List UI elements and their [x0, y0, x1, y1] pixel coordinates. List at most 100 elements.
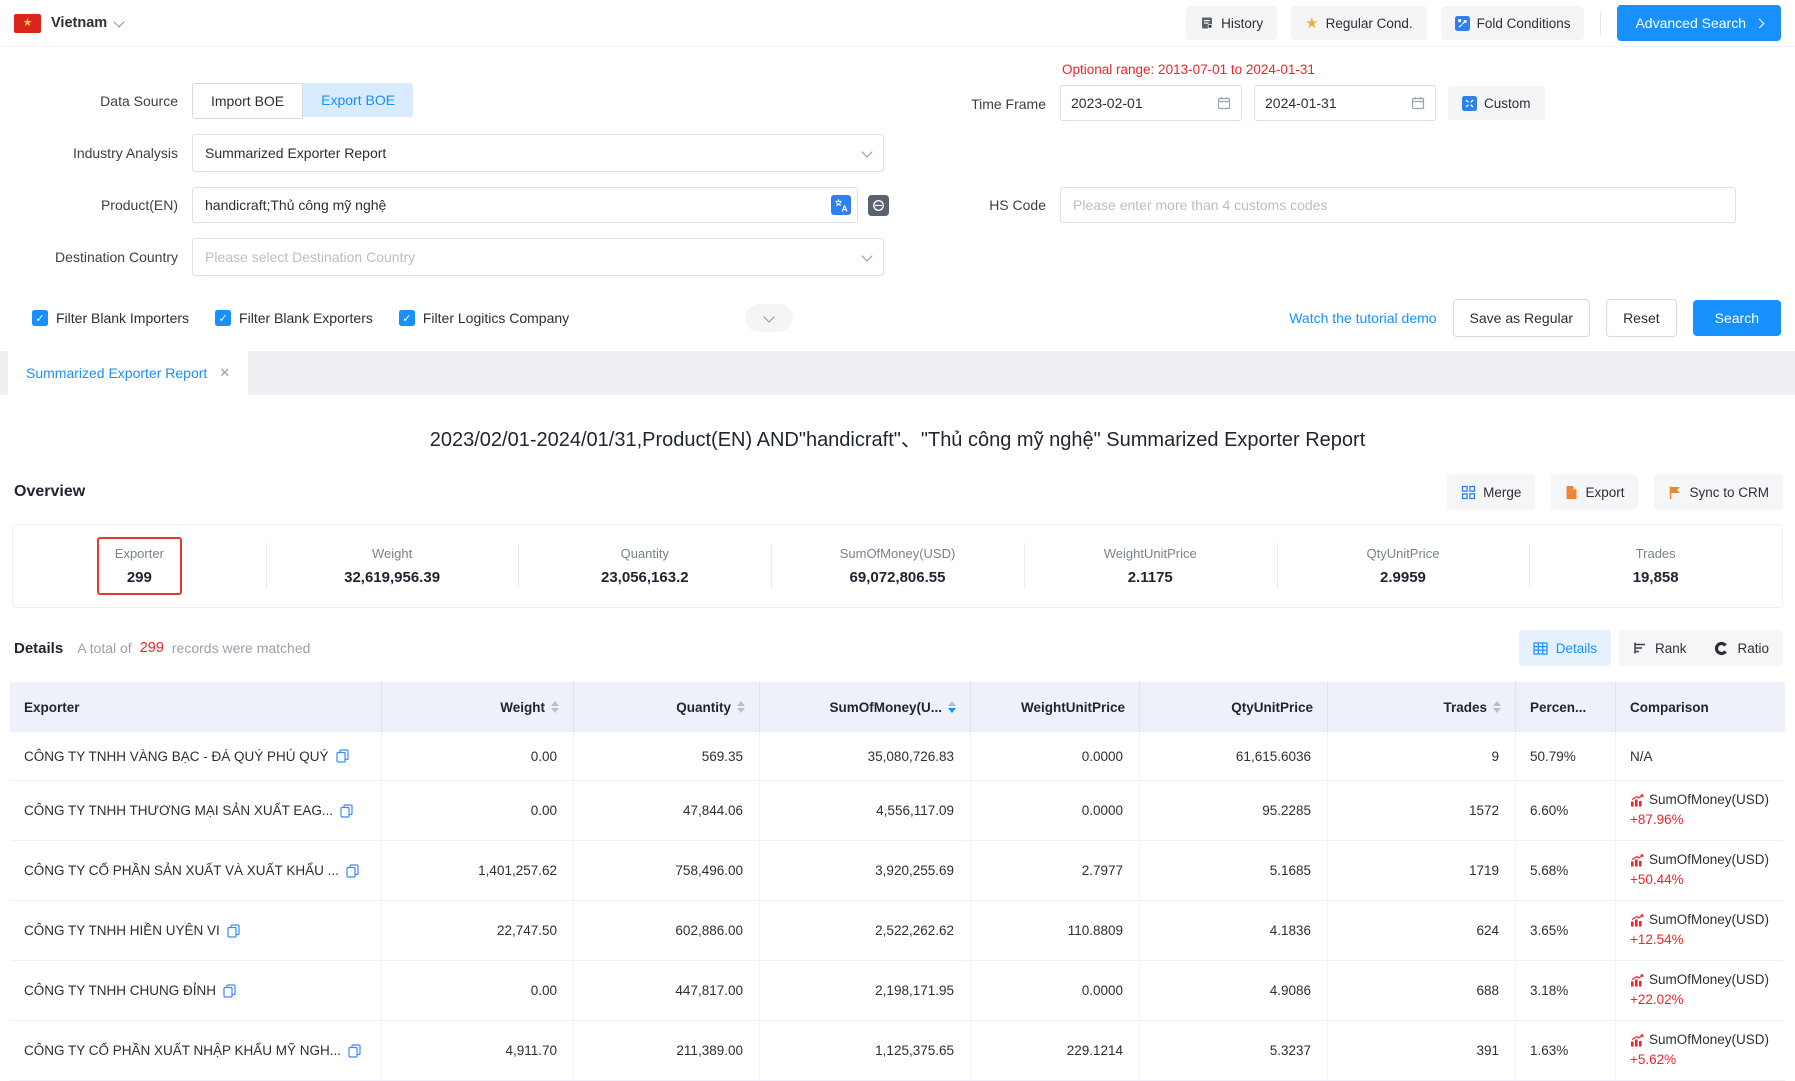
column-header-trades[interactable]: Trades [1328, 682, 1516, 732]
comparison-cell: N/A [1616, 732, 1785, 780]
column-header-qty-unit-price[interactable]: QtyUnitPrice [1140, 682, 1328, 732]
collapse-form-button[interactable] [745, 304, 793, 332]
exporter-name[interactable]: CÔNG TY TNHH CHUNG ĐỈNH [24, 983, 216, 998]
quantity-cell: 211,389.00 [574, 1021, 760, 1080]
column-header-comparison[interactable]: Comparison [1616, 682, 1785, 732]
filter-logistics-company-checkbox[interactable]: ✓ Filter Logitics Company [399, 310, 569, 326]
column-header-exporter[interactable]: Exporter [10, 682, 382, 732]
stat-value: 2.9959 [1380, 569, 1426, 586]
table-row[interactable]: CÔNG TY TNHH CHUNG ĐỈNH 0.00 447,817.00 … [10, 961, 1785, 1021]
column-header-sum-of-money[interactable]: SumOfMoney(U... [760, 682, 971, 732]
trend-up-icon [1630, 974, 1644, 987]
search-button[interactable]: Search [1693, 300, 1781, 336]
sort-icon-active-desc[interactable] [948, 701, 956, 714]
weight-cell: 22,747.50 [382, 901, 574, 960]
table-row[interactable]: CÔNG TY CỔ PHẦN SẢN XUẤT VÀ XUẤT KHẨU ..… [10, 841, 1785, 901]
view-ratio-button[interactable]: Ratio [1700, 630, 1783, 666]
industry-analysis-select[interactable]: Summarized Exporter Report [192, 134, 884, 172]
column-label: SumOfMoney(U... [829, 700, 942, 715]
table-row[interactable]: CÔNG TY CỔ PHẦN XUẤT NHẬP KHẨU MỸ NGH...… [10, 1021, 1785, 1081]
stat-sum-of-money: SumOfMoney(USD)69,072,806.55 [771, 525, 1024, 607]
history-icon [1200, 16, 1214, 30]
matched-count: 299 [140, 640, 164, 656]
sync-to-crm-button[interactable]: Sync to CRM [1654, 474, 1783, 510]
close-icon[interactable]: ✕ [219, 365, 230, 381]
date-from-input[interactable]: 2023-02-01 [1060, 85, 1242, 121]
merge-label: Merge [1483, 485, 1521, 500]
reset-button[interactable]: Reset [1606, 299, 1677, 337]
optional-range-text: Optional range: 2013-07-01 to 2024-01-31 [1062, 62, 1545, 77]
column-header-weight[interactable]: Weight [382, 682, 574, 732]
copy-icon[interactable] [348, 1044, 361, 1058]
tab-summarized-exporter-report[interactable]: Summarized Exporter Report ✕ [8, 351, 248, 395]
exclude-icon[interactable] [868, 195, 889, 216]
sort-icon[interactable] [551, 701, 559, 714]
exporter-name[interactable]: CÔNG TY TNHH VÀNG BẠC - ĐÁ QUÝ PHÚ QUÝ [24, 749, 329, 764]
view-details-button[interactable]: Details [1519, 630, 1611, 666]
advanced-search-button[interactable]: Advanced Search [1617, 5, 1781, 41]
view-rank-button[interactable]: Rank [1619, 630, 1701, 666]
copy-icon[interactable] [227, 924, 240, 938]
filter-blank-importers-checkbox[interactable]: ✓ Filter Blank Importers [32, 310, 189, 326]
trend-up-icon [1630, 794, 1644, 807]
export-boe-button[interactable]: Export BOE [303, 83, 413, 117]
overview-stats-card: Exporter 299 Weight32,619,956.39 Quantit… [12, 524, 1783, 608]
sort-icon[interactable] [1493, 701, 1501, 714]
chevron-down-icon[interactable] [113, 16, 124, 27]
merge-button[interactable]: Merge [1447, 474, 1535, 510]
percent-cell: 6.60% [1516, 781, 1616, 840]
trades-cell: 391 [1328, 1021, 1516, 1080]
fold-conditions-icon [1455, 16, 1470, 31]
country-selector-label[interactable]: Vietnam [51, 15, 107, 31]
stat-value: 32,619,956.39 [344, 569, 440, 586]
weight-cell: 0.00 [382, 781, 574, 840]
percent-cell: 3.18% [1516, 961, 1616, 1020]
matched-suffix: records were matched [172, 640, 311, 656]
column-label: Comparison [1630, 700, 1709, 715]
trades-cell: 1719 [1328, 841, 1516, 900]
destination-country-select[interactable]: Please select Destination Country [192, 238, 884, 276]
table-row[interactable]: CÔNG TY TNHH HIỀN UYÊN VI 22,747.50 602,… [10, 901, 1785, 961]
tutorial-demo-link[interactable]: Watch the tutorial demo [1289, 310, 1436, 326]
column-label: QtyUnitPrice [1231, 700, 1313, 715]
chevron-down-icon [861, 250, 872, 261]
checkbox-checked-icon[interactable]: ✓ [215, 310, 231, 326]
copy-icon[interactable] [336, 749, 349, 763]
column-header-quantity[interactable]: Quantity [574, 682, 760, 732]
column-header-weight-unit-price[interactable]: WeightUnitPrice [971, 682, 1140, 732]
import-boe-button[interactable]: Import BOE [192, 83, 303, 119]
hs-code-input[interactable] [1060, 187, 1736, 223]
custom-range-button[interactable]: Custom [1448, 86, 1545, 120]
trades-cell: 9 [1328, 732, 1516, 780]
table-row[interactable]: CÔNG TY TNHH VÀNG BẠC - ĐÁ QUÝ PHÚ QUÝ 0… [10, 732, 1785, 781]
copy-icon[interactable] [346, 864, 359, 878]
exporter-name[interactable]: CÔNG TY CỔ PHẦN XUẤT NHẬP KHẨU MỸ NGH... [24, 1043, 341, 1058]
regular-cond-button[interactable]: ★ Regular Cond. [1291, 6, 1427, 40]
history-button[interactable]: History [1186, 6, 1277, 40]
filter-label: Filter Blank Importers [56, 310, 189, 326]
percent-cell: 1.63% [1516, 1021, 1616, 1080]
view-rank-label: Rank [1655, 641, 1687, 656]
exporter-name[interactable]: CÔNG TY TNHH THƯƠNG MẠI SẢN XUẤT EAG... [24, 803, 333, 818]
fold-conditions-button[interactable]: Fold Conditions [1441, 6, 1585, 40]
stat-label: SumOfMoney(USD) [840, 546, 956, 561]
sort-icon[interactable] [737, 701, 745, 714]
date-to-input[interactable]: 2024-01-31 [1254, 85, 1436, 121]
copy-icon[interactable] [223, 984, 236, 998]
exporter-name[interactable]: CÔNG TY TNHH HIỀN UYÊN VI [24, 923, 220, 938]
product-en-input[interactable] [192, 187, 858, 223]
checkbox-checked-icon[interactable]: ✓ [399, 310, 415, 326]
column-header-percentage[interactable]: Percen... [1516, 682, 1616, 732]
filter-blank-exporters-checkbox[interactable]: ✓ Filter Blank Exporters [215, 310, 373, 326]
column-label: Weight [500, 700, 545, 715]
tab-label: Summarized Exporter Report [26, 365, 207, 381]
table-row[interactable]: CÔNG TY TNHH THƯƠNG MẠI SẢN XUẤT EAG... … [10, 781, 1785, 841]
exporter-name[interactable]: CÔNG TY CỔ PHẦN SẢN XUẤT VÀ XUẤT KHẨU ..… [24, 863, 339, 878]
sum-cell: 35,080,726.83 [760, 732, 971, 780]
checkbox-checked-icon[interactable]: ✓ [32, 310, 48, 326]
export-button[interactable]: Export [1551, 474, 1638, 510]
translate-icon[interactable]: A [831, 195, 851, 215]
stat-label: Trades [1636, 546, 1676, 561]
copy-icon[interactable] [340, 804, 353, 818]
save-as-regular-button[interactable]: Save as Regular [1453, 299, 1591, 337]
